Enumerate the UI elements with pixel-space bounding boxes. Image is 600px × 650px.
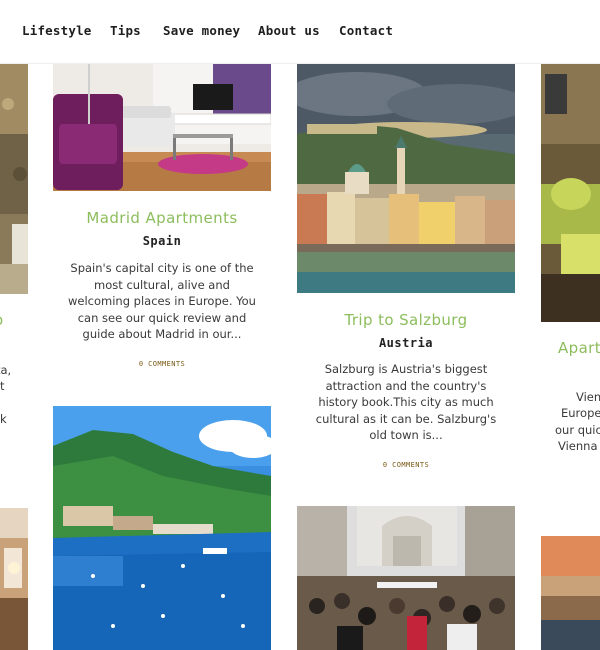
salzburg-excerpt-line-2: attraction and the country's xyxy=(325,378,487,393)
madrid-post-excerpt: Spain's capital city is one of the most … xyxy=(61,260,263,343)
coastal-harbor-photo-icon xyxy=(53,406,271,650)
madrid-excerpt-line-5: guide about Madrid in our... xyxy=(82,327,242,341)
left-partial-title[interactable]: o xyxy=(0,311,4,329)
post-card-madrid: Madrid Apartments Spain Spain's capital … xyxy=(53,64,271,386)
left-partial-card-image-2[interactable] xyxy=(0,508,28,650)
living-room-photo-icon xyxy=(53,64,271,191)
salzburg-excerpt-line-5: old town is... xyxy=(369,428,443,442)
madrid-excerpt-line-3: welcoming places in Europe. You xyxy=(68,294,256,308)
left-partial-line-1: ta, xyxy=(0,363,12,377)
salzburg-post-title[interactable]: Trip to Salzburg xyxy=(297,311,515,329)
right-partial-line-4: Vienna xyxy=(558,439,598,453)
salzburg-post-subtitle: Austria xyxy=(378,336,434,350)
nav-item-save-money[interactable]: Save money xyxy=(163,23,240,38)
post-card-crowd xyxy=(297,506,515,650)
madrid-excerpt-line-1: Spain's capital city is one of the xyxy=(70,261,254,275)
plaza-sunset-photo-icon xyxy=(541,536,600,650)
left-partial-card-image[interactable] xyxy=(0,64,28,294)
top-navigation: Lifestyle Tips Save money About us Conta… xyxy=(0,0,600,64)
blog-page: Lifestyle Tips Save money About us Conta… xyxy=(0,0,600,650)
right-partial-line-1: Vien xyxy=(576,390,600,404)
salzburg-city-photo-icon xyxy=(297,64,515,293)
right-partial-line-3: our quic xyxy=(555,423,600,437)
salzburg-excerpt-line-3: history book.This city as much xyxy=(318,395,494,409)
left-partial-line-4: k xyxy=(0,412,7,426)
crowd-thumbnail[interactable] xyxy=(297,506,515,650)
hotel-bedroom-photo-icon xyxy=(541,64,600,322)
hotel-interior-photo-icon xyxy=(0,508,28,650)
salzburg-comments-link[interactable]: 0 COMMENTS xyxy=(297,461,515,469)
coastal-thumbnail[interactable] xyxy=(53,406,271,650)
right-partial-title[interactable]: Apart xyxy=(558,339,600,357)
nav-item-lifestyle[interactable]: Lifestyle xyxy=(22,23,92,38)
madrid-post-subtitle: Spain xyxy=(142,234,182,248)
salzburg-excerpt-line-4: cultural as it can be. Salzburg's xyxy=(315,411,497,426)
salzburg-thumbnail[interactable] xyxy=(297,64,515,293)
nav-item-contact[interactable]: Contact xyxy=(339,23,393,38)
post-card-coastal xyxy=(53,406,271,650)
nav-item-tips[interactable]: Tips xyxy=(110,23,141,38)
madrid-comments-link[interactable]: 0 COMMENTS xyxy=(53,360,271,368)
right-partial-line-2: Europe xyxy=(561,406,600,420)
salzburg-post-excerpt: Salzburg is Austria's biggest attraction… xyxy=(305,361,507,444)
post-card-salzburg: Trip to Salzburg Austria Salzburg is Aus… xyxy=(297,64,515,476)
street-crowd-photo-icon xyxy=(297,506,515,650)
nav-item-about-us[interactable]: About us xyxy=(258,23,320,38)
left-partial-line-2: t xyxy=(0,379,5,393)
salzburg-excerpt-line-1: Salzburg is Austria's biggest xyxy=(324,362,488,376)
madrid-thumbnail[interactable] xyxy=(53,64,271,191)
right-partial-card-image-2[interactable] xyxy=(541,536,600,650)
madrid-post-title[interactable]: Madrid Apartments xyxy=(53,209,271,227)
madrid-excerpt-line-4: can see our quick review and xyxy=(77,310,247,325)
right-partial-card-image[interactable] xyxy=(541,64,600,322)
madrid-excerpt-line-2: most cultural, alive and xyxy=(94,277,230,292)
stone-room-photo-icon xyxy=(0,64,28,294)
